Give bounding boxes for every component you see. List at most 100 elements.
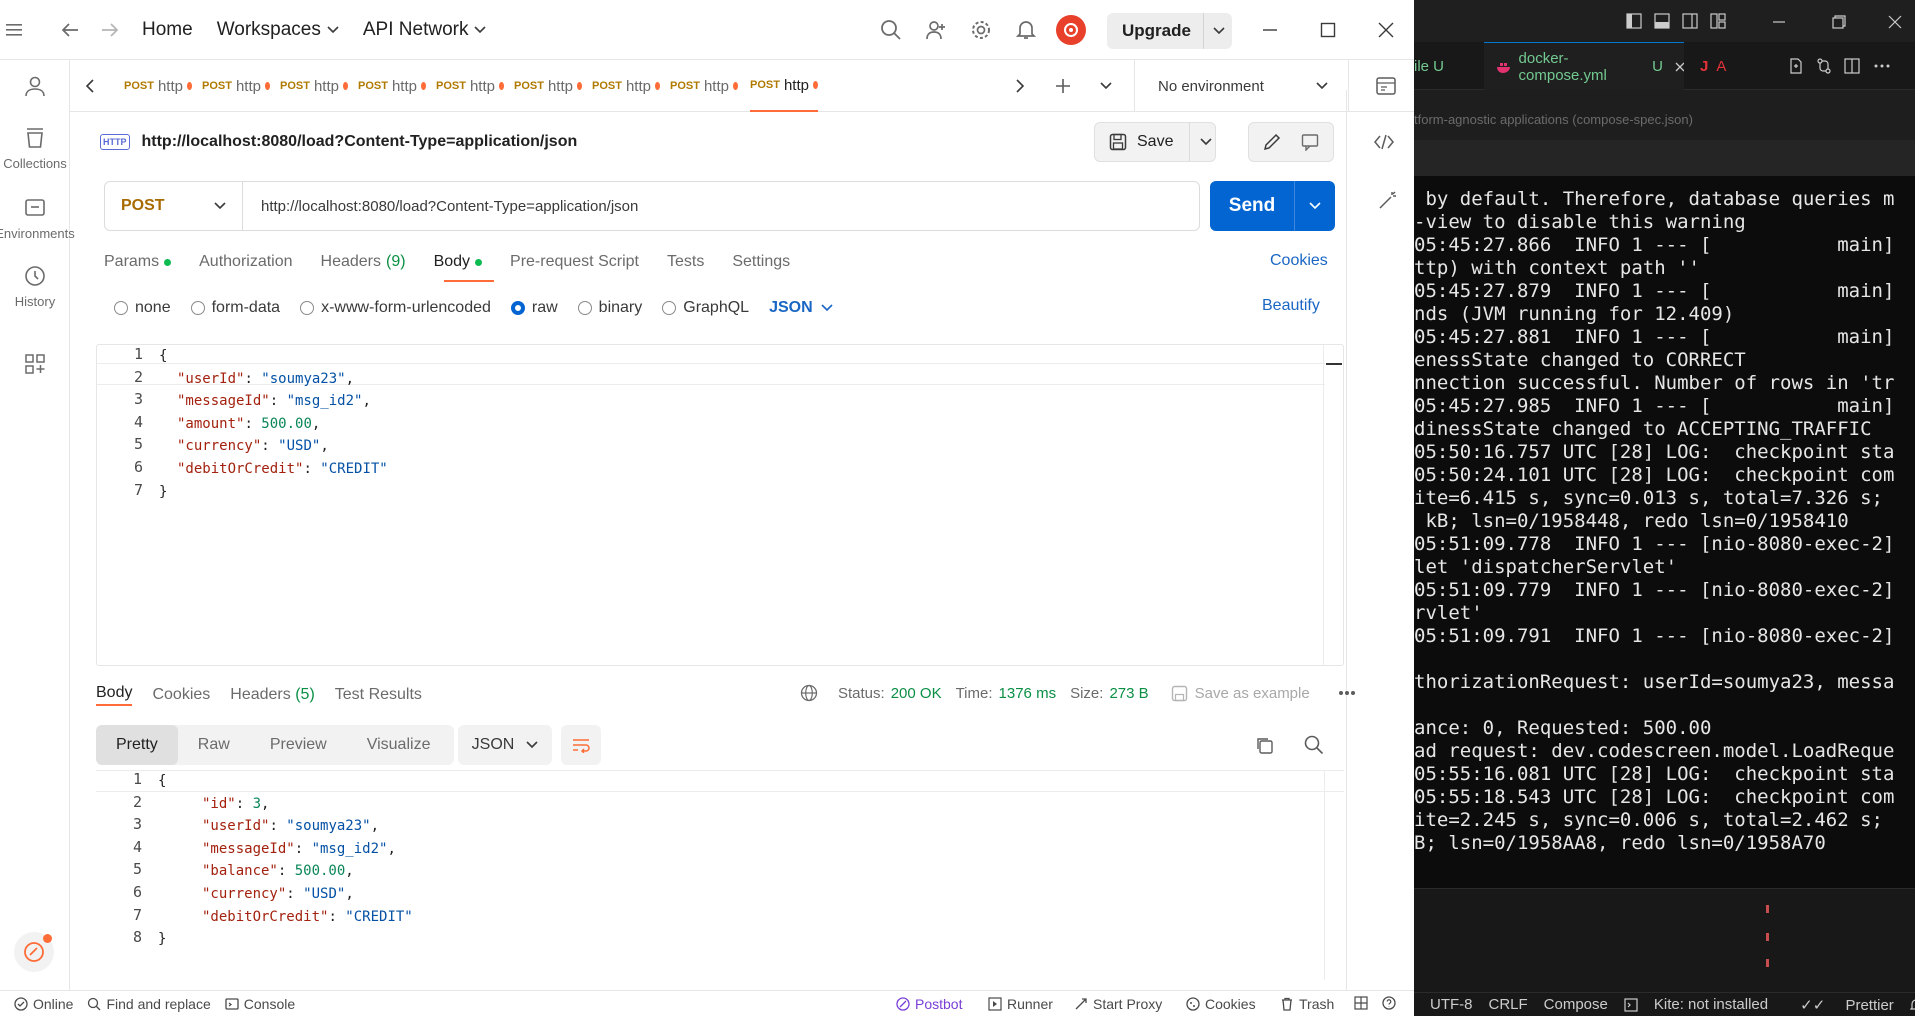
tab-body[interactable]: Body [434, 250, 483, 274]
request-title[interactable]: http://localhost:8080/load?Content-Type=… [142, 133, 578, 151]
sidebar-item-collections[interactable]: Collections [0, 126, 70, 171]
body-format-select[interactable]: JSON [769, 299, 833, 317]
cookies-link[interactable]: Cookies [1270, 252, 1328, 270]
radio-none[interactable]: none [114, 299, 171, 317]
runner-button[interactable]: Runner [988, 996, 1053, 1012]
request-tab[interactable]: POST http [592, 60, 660, 112]
view-raw[interactable]: Raw [178, 725, 250, 765]
tab-response-headers[interactable]: Headers (5) [230, 686, 315, 704]
search-icon[interactable] [871, 10, 911, 50]
sidebar-item-environments[interactable]: Environments [0, 196, 75, 241]
minimize-icon[interactable] [1772, 15, 1786, 29]
forward-arrow-icon[interactable] [90, 10, 130, 50]
response-body-viewer[interactable]: 1{2 "id": 3, 3 "userId": "soumya23", 4 "messa… [96, 770, 1344, 980]
gear-icon[interactable] [961, 10, 1001, 50]
send-button[interactable]: Send [1210, 181, 1335, 231]
api-network-menu[interactable]: API Network [351, 19, 499, 41]
chevron-down-icon[interactable] [1086, 66, 1126, 106]
encoding-indicator[interactable]: UTF-8 [1430, 996, 1473, 1013]
bell-icon[interactable] [1006, 10, 1046, 50]
radio-urlencoded[interactable]: x-www-form-urlencoded [300, 299, 491, 317]
view-pretty[interactable]: Pretty [96, 725, 178, 765]
home-link[interactable]: Home [130, 19, 205, 41]
method-selector[interactable]: POST [105, 182, 243, 230]
language-mode[interactable]: Compose [1544, 996, 1608, 1013]
request-body-editor[interactable]: 1 {2 "userId": "soumya23", 3 "messageId": "m… [96, 344, 1344, 666]
split-editor-icon[interactable] [1844, 58, 1860, 74]
minimize-icon[interactable] [1250, 10, 1290, 50]
avatar[interactable] [1056, 15, 1086, 45]
postbot-button[interactable]: Postbot [896, 996, 962, 1012]
workspaces-menu[interactable]: Workspaces [205, 19, 351, 41]
editor-breadcrumb[interactable]: tform-agnostic applications (compose-spe… [1414, 112, 1915, 127]
request-tab[interactable]: POST http [202, 60, 270, 112]
request-tab[interactable]: POST http [514, 60, 582, 112]
sidebar-item-history[interactable]: History [0, 264, 70, 309]
close-icon[interactable] [1366, 10, 1406, 50]
tab-tests[interactable]: Tests [667, 250, 704, 274]
editor-tab-java[interactable]: J A [1700, 42, 1726, 90]
response-format-select[interactable]: JSON [458, 725, 552, 765]
save-as-example-button[interactable]: Save as example [1171, 685, 1310, 702]
start-proxy-button[interactable]: Start Proxy [1074, 996, 1162, 1012]
editor-tab-file[interactable]: ile U [1414, 42, 1444, 90]
maximize-icon[interactable] [1308, 10, 1348, 50]
cookies-button[interactable]: Cookies [1186, 996, 1256, 1012]
copy-icon[interactable] [1244, 725, 1284, 765]
sidebar-item-more[interactable] [0, 352, 70, 382]
invite-user-icon[interactable] [916, 10, 956, 50]
notifications-bell-icon[interactable] [1909, 998, 1915, 1012]
layout-toggle-icon[interactable] [1354, 996, 1368, 1010]
tab-settings[interactable]: Settings [732, 250, 790, 274]
postbot-launcher[interactable] [14, 932, 54, 972]
size-value[interactable]: 273 B [1109, 685, 1148, 702]
chevron-left-icon[interactable] [70, 66, 110, 106]
editor-tab-docker-compose[interactable]: docker-compose.yml U [1484, 42, 1684, 90]
radio-binary[interactable]: binary [577, 299, 642, 317]
radio-form-data[interactable]: form-data [190, 299, 280, 317]
tab-response-body[interactable]: Body [96, 684, 133, 706]
eol-indicator[interactable]: CRLF [1489, 996, 1528, 1013]
online-status[interactable]: Online [14, 996, 73, 1012]
toggle-secondary-sidebar-icon[interactable] [1682, 13, 1698, 29]
tab-headers[interactable]: Headers (9) [321, 250, 406, 274]
environment-quicklook-icon[interactable] [1366, 66, 1406, 106]
terminal-output[interactable]: by default. Therefore, database queries … [1414, 176, 1915, 888]
request-tab[interactable]: POST http [280, 60, 348, 112]
upgrade-button[interactable]: Upgrade [1107, 13, 1232, 49]
tab-authorization[interactable]: Authorization [199, 250, 292, 274]
new-tab-plus-icon[interactable] [1043, 66, 1083, 106]
sidebar-item-account[interactable] [0, 74, 70, 104]
pencil-icon[interactable] [1263, 133, 1281, 151]
tab-params[interactable]: Params [104, 250, 172, 274]
terminal-icon[interactable] [1624, 997, 1638, 1012]
beautify-link[interactable]: Beautify [1262, 297, 1320, 315]
tab-test-results[interactable]: Test Results [335, 686, 422, 704]
toggle-sidebar-icon[interactable] [1626, 13, 1642, 29]
help-icon[interactable] [1382, 996, 1396, 1010]
wrap-lines-button[interactable] [561, 725, 601, 765]
source-control-compare-icon[interactable] [1816, 58, 1832, 74]
request-tab[interactable]: POST http [436, 60, 504, 112]
tab-prerequest-script[interactable]: Pre-request Script [510, 250, 639, 274]
status-value[interactable]: 200 OK [891, 685, 942, 702]
restore-icon[interactable] [1832, 15, 1846, 29]
request-tab[interactable]: POST http [358, 60, 426, 112]
view-visualize[interactable]: Visualize [347, 725, 451, 765]
customize-layout-icon[interactable] [1710, 13, 1726, 29]
radio-graphql[interactable]: GraphQL [662, 299, 749, 317]
view-preview[interactable]: Preview [250, 725, 347, 765]
globe-icon[interactable] [800, 684, 818, 702]
find-replace-button[interactable]: Find and replace [87, 996, 211, 1012]
toggle-panel-icon[interactable] [1654, 13, 1670, 29]
request-tab[interactable]: POST http [124, 60, 192, 112]
time-value[interactable]: 1376 ms [999, 685, 1057, 702]
more-actions-icon[interactable] [1874, 64, 1890, 68]
tab-response-cookies[interactable]: Cookies [152, 686, 210, 704]
radio-raw[interactable]: raw [510, 299, 558, 317]
url-input[interactable] [243, 182, 1199, 230]
kite-status[interactable]: Kite: not installed [1654, 996, 1768, 1013]
request-tab[interactable]: POST http [670, 60, 738, 112]
console-button[interactable]: Console [225, 996, 295, 1012]
close-icon[interactable] [1888, 15, 1902, 29]
